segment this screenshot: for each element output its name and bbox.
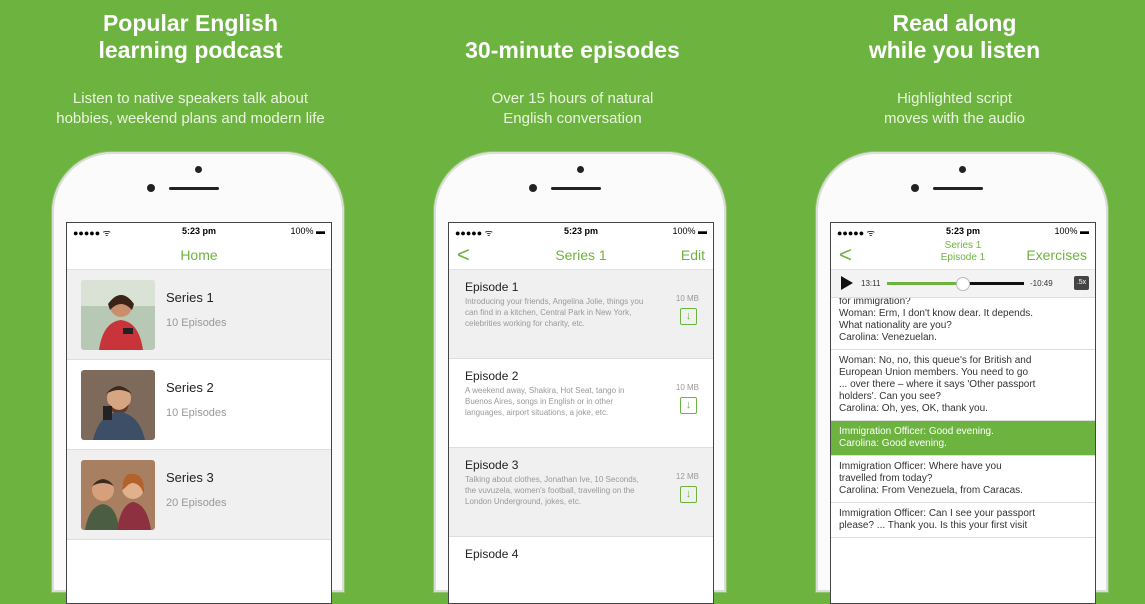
panel-subtitle: Over 15 hours of natural English convers…: [491, 90, 654, 127]
episode-row[interactable]: Episode 2 A weekend away, Shakira, Hot S…: [449, 359, 713, 448]
progress-track[interactable]: [887, 277, 1024, 291]
exercises-button[interactable]: Exercises: [1026, 247, 1087, 263]
progress-fill: [887, 282, 963, 285]
series-row[interactable]: Series 1 10 Episodes: [67, 270, 331, 360]
speaker-grille: [169, 187, 219, 190]
series-name: Series 2: [166, 380, 214, 395]
file-size: 10 MB: [675, 383, 699, 392]
series-name: Series 1: [166, 290, 214, 305]
status-bar: ●●●●● ᯤ 5:23 pm 100% ▬: [67, 223, 331, 239]
download-icon[interactable]: ↓: [680, 397, 697, 414]
sensor-icon: [911, 184, 919, 192]
script-block: Immigration Officer: Can I see your pass…: [831, 503, 1095, 538]
phone-screen-home: ●●●●● ᯤ 5:23 pm 100% ▬ Home Series 1 10 …: [66, 222, 332, 604]
sensor-icon: [529, 184, 537, 192]
series-row[interactable]: Series 2 10 Episodes: [67, 360, 331, 450]
episode-name: Episode 4: [465, 547, 519, 561]
script-block: for immigration? Woman: Erm, I don't kno…: [831, 291, 1095, 350]
battery-icon: 100% ▬: [672, 226, 707, 236]
episode-count: 10 Episodes: [166, 407, 227, 419]
panel-title: Popular English learning podcast: [98, 10, 283, 63]
file-size: 10 MB: [675, 294, 699, 303]
series-thumbnail: [81, 280, 155, 350]
episode-row[interactable]: Episode 1 Introducing your friends, Ange…: [449, 270, 713, 359]
episode-name: Episode 1: [465, 280, 519, 294]
promo-panel-episodes: 30-minute episodes Over 15 hours of natu…: [382, 0, 763, 604]
series-row[interactable]: Series 3 20 Episodes: [67, 450, 331, 540]
camera-icon: [959, 166, 966, 173]
speaker-grille: [933, 187, 983, 190]
promo-panel-read-along: Read along while you listen Highlighted …: [764, 0, 1145, 604]
speaker-grille: [551, 187, 601, 190]
audio-player: 13:11 -10:49 .5x: [831, 270, 1095, 298]
script-block-highlighted: Immigration Officer: Good evening. Carol…: [831, 421, 1095, 456]
episode-description: Talking about clothes, Jonathan Ive, 10 …: [465, 475, 639, 506]
battery-icon: 100% ▬: [290, 226, 325, 236]
elapsed-time: 13:11: [861, 279, 881, 288]
episode-count: 20 Episodes: [166, 497, 227, 509]
battery-icon: 100% ▬: [1054, 226, 1089, 236]
nav-bar: < Series 1 Episode 1 Exercises: [831, 239, 1095, 270]
phone-screen-script: ●●●●● ᯤ 5:23 pm 100% ▬ < Series 1 Episod…: [830, 222, 1096, 604]
download-icon[interactable]: ↓: [680, 308, 697, 325]
episode-row[interactable]: Episode 3 Talking about clothes, Jonatha…: [449, 448, 713, 537]
panel-title: Read along while you listen: [868, 10, 1041, 63]
series-thumbnail: [81, 370, 155, 440]
camera-icon: [577, 166, 584, 173]
edit-button[interactable]: Edit: [681, 247, 705, 263]
script-block: Immigration Officer: Where have you trav…: [831, 456, 1095, 503]
nav-bar: Home: [67, 239, 331, 270]
episode-row[interactable]: Episode 4: [449, 537, 713, 603]
page-title: Series 1: [555, 247, 607, 263]
promo-panel-podcast: Popular English learning podcast Listen …: [0, 0, 381, 604]
series-thumbnail: [81, 460, 155, 530]
phone-frame: ●●●●● ᯤ 5:23 pm 100% ▬ < Series 1 Edit E…: [434, 152, 726, 604]
episode-description: Introducing your friends, Angelina Jolie…: [465, 297, 644, 328]
page-title: Home: [180, 247, 218, 263]
remaining-time: -10:49: [1030, 279, 1053, 288]
script-block: Woman: No, no, this queue's for British …: [831, 350, 1095, 421]
series-name: Series 3: [166, 470, 214, 485]
camera-icon: [195, 166, 202, 173]
phone-screen-episodes: ●●●●● ᯤ 5:23 pm 100% ▬ < Series 1 Edit E…: [448, 222, 714, 604]
play-icon[interactable]: [841, 276, 853, 290]
episode-name: Episode 3: [465, 458, 519, 472]
phone-frame: ●●●●● ᯤ 5:23 pm 100% ▬ < Series 1 Episod…: [816, 152, 1108, 604]
phone-frame: ●●●●● ᯤ 5:23 pm 100% ▬ Home Series 1 10 …: [52, 152, 344, 604]
nav-bar: < Series 1 Edit: [449, 239, 713, 270]
panel-subtitle: Listen to native speakers talk about hob…: [56, 90, 325, 127]
sensor-icon: [147, 184, 155, 192]
speed-button[interactable]: .5x: [1074, 276, 1089, 290]
status-bar: ●●●●● ᯤ 5:23 pm 100% ▬: [831, 223, 1095, 239]
status-bar: ●●●●● ᯤ 5:23 pm 100% ▬: [449, 223, 713, 239]
episode-count: 10 Episodes: [166, 317, 227, 329]
panel-title: 30-minute episodes: [465, 37, 680, 63]
file-size: 12 MB: [675, 472, 699, 481]
download-icon[interactable]: ↓: [680, 486, 697, 503]
episode-description: A weekend away, Shakira, Hot Seat, tango…: [465, 386, 625, 417]
scrubber-handle[interactable]: [956, 277, 971, 291]
panel-subtitle: Highlighted script moves with the audio: [884, 90, 1025, 127]
episode-name: Episode 2: [465, 369, 519, 383]
